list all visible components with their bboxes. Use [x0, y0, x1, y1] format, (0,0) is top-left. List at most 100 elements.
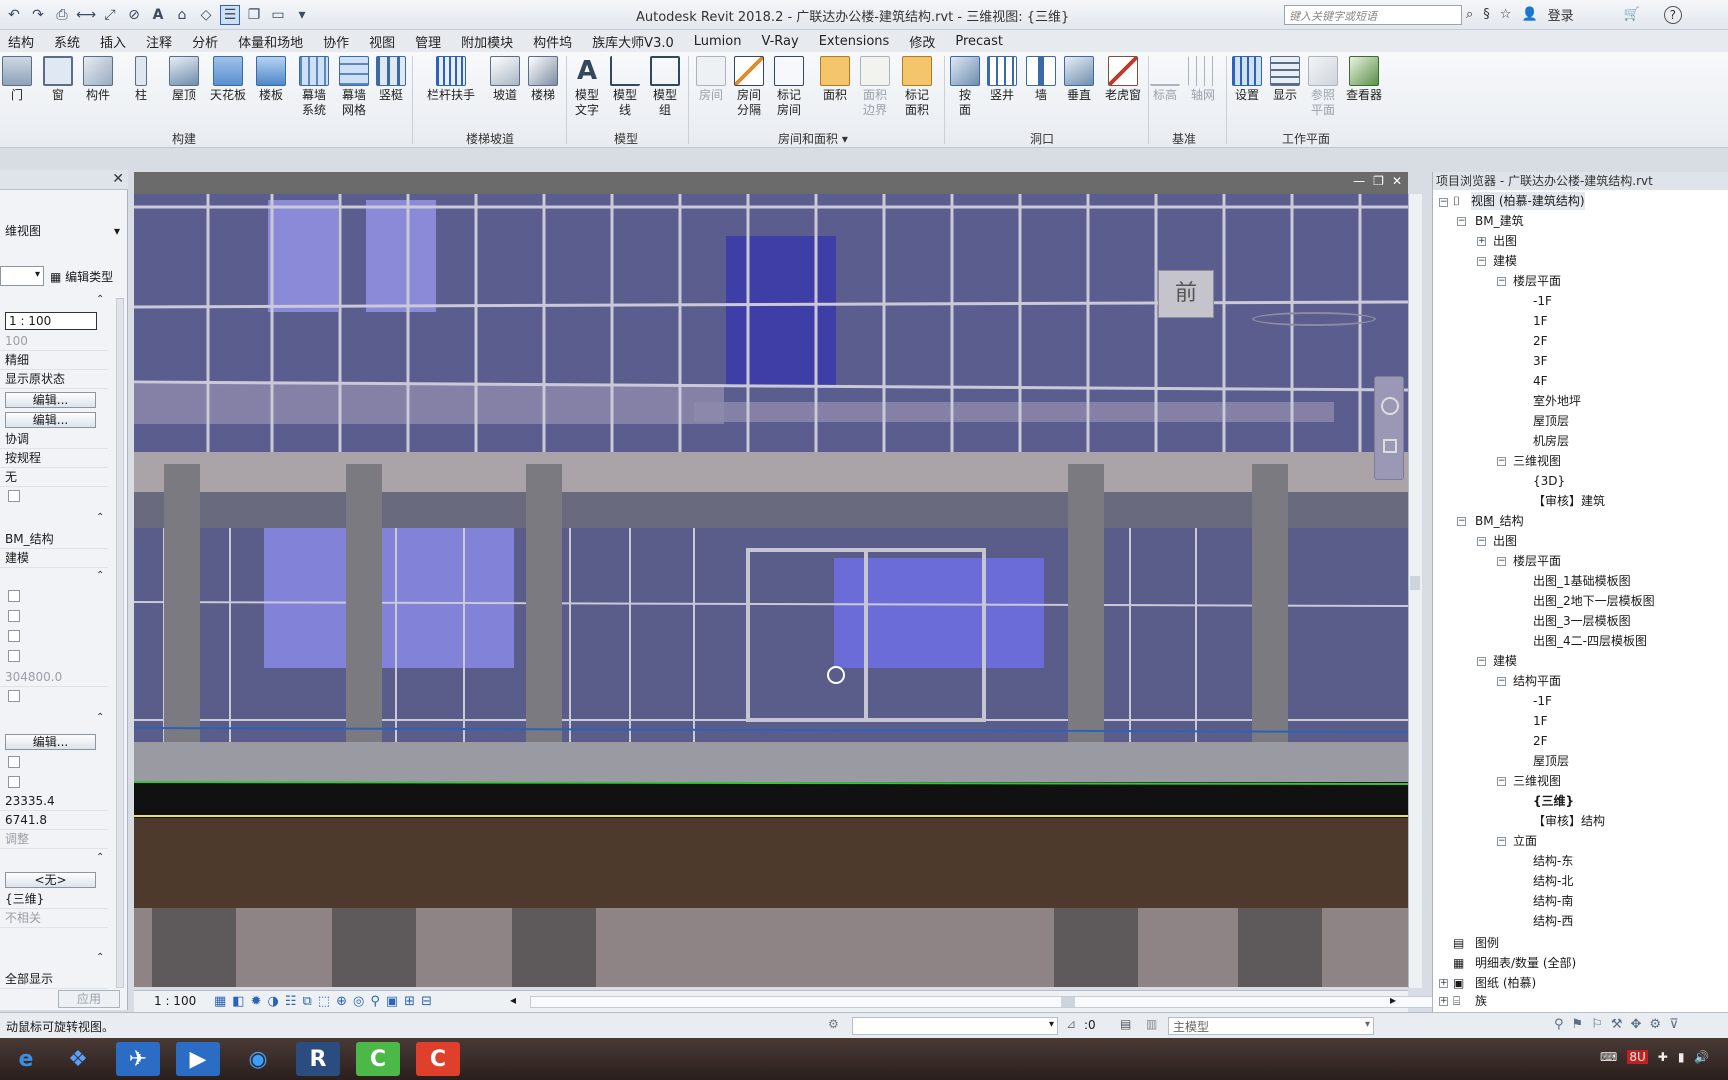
far-clip-checkbox[interactable]	[8, 650, 20, 662]
collapse-toggle[interactable]: −	[1457, 517, 1466, 526]
collapse-toggle[interactable]: −	[1497, 457, 1506, 466]
edit-type-button[interactable]: ▦ 编辑类型	[50, 268, 113, 285]
horizontal-scrollbar[interactable]	[530, 996, 1520, 1008]
zoom-icon[interactable]	[1383, 439, 1397, 453]
show-crop-icon[interactable]: ⬚	[318, 994, 330, 1009]
scroll-left-icon[interactable]: ◂	[510, 993, 516, 1007]
steering-wheel-icon[interactable]	[1381, 397, 1399, 415]
tab-modify[interactable]: 修改	[909, 32, 935, 51]
viewcube-compass[interactable]	[1252, 312, 1376, 326]
redo-icon[interactable]: ↷	[28, 5, 48, 25]
tree-3d-views[interactable]: 三维视图	[1513, 452, 1561, 470]
group-room-area[interactable]: 房间和面积 ▾	[778, 130, 848, 147]
tree-floor-plans[interactable]: 楼层平面	[1513, 272, 1561, 290]
tag-area-button[interactable]: 标记 面积	[902, 56, 932, 118]
app-icon[interactable]: C	[416, 1042, 460, 1076]
view-category[interactable]: BM_结构	[0, 530, 108, 549]
tree-item[interactable]: 结构-南	[1533, 892, 1573, 910]
tab-extensions[interactable]: Extensions	[819, 34, 890, 49]
tab-annotate[interactable]: 注释	[146, 32, 172, 51]
tree-item[interactable]: 出图_4二-四层模板图	[1533, 632, 1647, 650]
dimension-icon[interactable]: ⤢	[100, 5, 120, 25]
level-button[interactable]: 标高	[1150, 56, 1180, 103]
tree-3d-views[interactable]: 三维视图	[1513, 772, 1561, 790]
expand-toggle[interactable]: +	[1439, 979, 1448, 988]
close-view-icon[interactable]: ✕	[1392, 174, 1402, 188]
ramp-button[interactable]: 坡道	[490, 56, 520, 103]
input-method-badge[interactable]: 8U	[1627, 1050, 1648, 1064]
visual-style-icon[interactable]: ◧	[232, 994, 244, 1009]
tab-addins[interactable]: 附加模块	[461, 32, 513, 51]
tree-bm-struct[interactable]: BM_结构	[1475, 512, 1524, 530]
eye-elevation[interactable]: 23335.4	[0, 792, 108, 811]
filter-icon[interactable]: ⊿	[1066, 1017, 1076, 1031]
wall-opening-button[interactable]: 墙	[1026, 56, 1056, 103]
tree-item[interactable]: 1F	[1533, 712, 1548, 730]
tree-item[interactable]: 3F	[1533, 352, 1548, 370]
collapse-icon[interactable]: ⌃	[96, 294, 104, 305]
binoculars-icon[interactable]: ⌕	[1466, 7, 1473, 22]
vertical-scrollbar[interactable]	[1408, 194, 1422, 988]
volume-icon[interactable]: 🔊	[1694, 1050, 1709, 1064]
annotation-crop-checkbox[interactable]	[8, 630, 20, 642]
login-link[interactable]: 登录	[1548, 5, 1574, 24]
detail-level[interactable]: 精细	[0, 351, 108, 370]
drag-elements-icon[interactable]: ✥	[1631, 1017, 1642, 1032]
sun-path-icon[interactable]: ✹	[251, 994, 262, 1009]
tree-sheets[interactable]: 图纸 (柏慕)	[1475, 974, 1536, 992]
ref-plane-button[interactable]: 参照 平面	[1308, 56, 1338, 118]
close-windows-icon[interactable]: ❐	[244, 5, 264, 25]
design-options-icon[interactable]: ▤	[1120, 1017, 1131, 1031]
thin-lines-icon[interactable]: ☰	[220, 5, 240, 25]
vg-overrides-edit-button[interactable]: 编辑...	[5, 392, 96, 408]
cart-icon[interactable]: 🛒	[1624, 7, 1640, 22]
tree-floor-plans[interactable]: 楼层平面	[1513, 552, 1561, 570]
tree-item[interactable]: -1F	[1533, 692, 1552, 710]
user-icon[interactable]: 👤	[1521, 7, 1537, 22]
locked-orientation-checkbox[interactable]	[8, 756, 20, 768]
crop-icon[interactable]: ⧉	[303, 994, 312, 1009]
tag-room-button[interactable]: 标记 房间	[774, 56, 804, 118]
print-icon[interactable]: ⎙	[52, 5, 72, 25]
tree-item[interactable]: 2F	[1533, 732, 1548, 750]
tab-family-master[interactable]: 族库大师V3.0	[592, 32, 674, 51]
view-template-button[interactable]: <无>	[5, 872, 96, 888]
scroll-right-icon[interactable]: ▸	[1390, 993, 1396, 1007]
tree-item[interactable]: 【审核】结构	[1533, 812, 1605, 830]
temp-view-props-icon[interactable]: ▣	[386, 994, 398, 1009]
tree-bm-arch[interactable]: BM_建筑	[1475, 212, 1524, 230]
rendering-edit-button[interactable]: 编辑...	[5, 734, 96, 750]
curtain-system-button[interactable]: 幕墙 系统	[296, 56, 332, 118]
ceiling-button[interactable]: 天花板	[208, 56, 248, 103]
by-face-button[interactable]: 按 面	[950, 56, 980, 118]
view-sub-category[interactable]: 建模	[0, 549, 108, 568]
collapse-icon[interactable]: ⌃	[96, 512, 104, 523]
collapse-toggle[interactable]: −	[1497, 837, 1506, 846]
component-button[interactable]: 构件	[80, 56, 116, 103]
viewer-button[interactable]: 查看器	[1344, 56, 1384, 103]
collapse-icon[interactable]: ⌃	[96, 712, 104, 723]
undo-icon[interactable]: ↶	[4, 5, 24, 25]
railing-button[interactable]: 栏杆扶手	[424, 56, 478, 103]
select-underlay-icon[interactable]: ⚑	[1572, 1017, 1584, 1032]
collapse-toggle[interactable]: −	[1477, 257, 1486, 266]
tag-icon[interactable]: ⊘	[124, 5, 144, 25]
area-button[interactable]: 面积	[820, 56, 850, 103]
tree-item[interactable]: 2F	[1533, 332, 1548, 350]
collapse-icon[interactable]: ⌃	[96, 852, 104, 863]
subscription-icon[interactable]: §	[1483, 7, 1490, 22]
tab-systems[interactable]: 系统	[54, 32, 80, 51]
set-workplane-button[interactable]: 设置	[1232, 56, 1262, 103]
tree-schedules[interactable]: 明细表/数量 (全部)	[1475, 954, 1576, 972]
tab-component-dock[interactable]: 构件坞	[533, 32, 572, 51]
show-workplane-button[interactable]: 显示	[1270, 56, 1300, 103]
collapse-toggle[interactable]: −	[1497, 277, 1506, 286]
column-button[interactable]: 柱	[126, 56, 156, 103]
tree-item[interactable]: 结构-北	[1533, 872, 1573, 890]
default-analysis[interactable]: 无	[0, 468, 108, 487]
workset-dropdown[interactable]: ▾	[852, 1017, 1058, 1035]
app-icon[interactable]: ✈	[116, 1042, 160, 1076]
type-selector[interactable]: 维视图 ▾	[0, 222, 128, 241]
tree-item[interactable]: 出图_1基础模板图	[1533, 572, 1631, 590]
mullion-button[interactable]: 竖梃	[376, 56, 406, 103]
